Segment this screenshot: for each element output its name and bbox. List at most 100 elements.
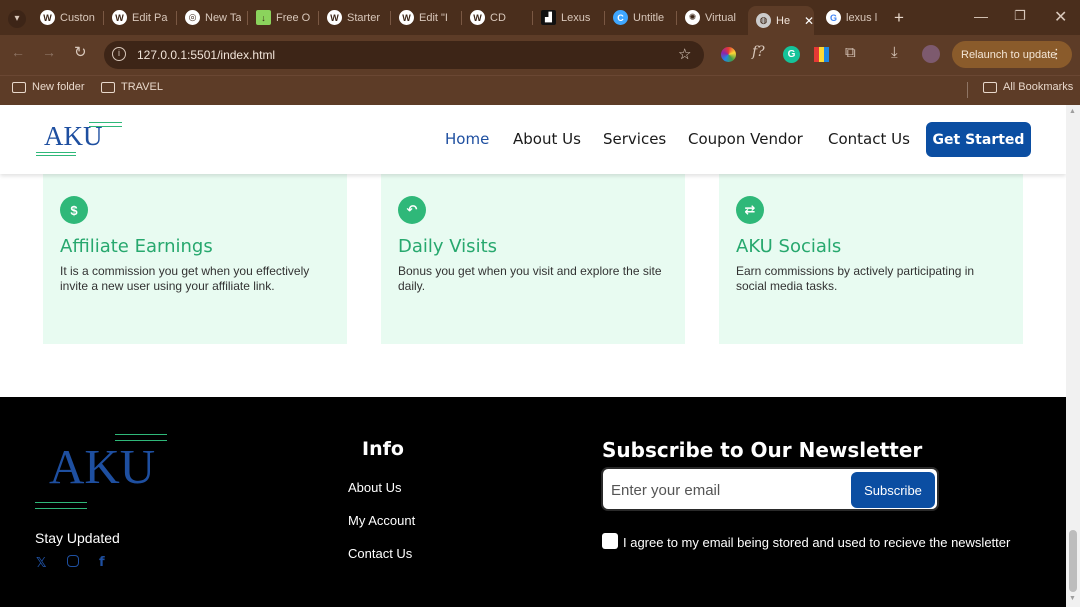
- get-started-button[interactable]: Get Started: [926, 122, 1031, 157]
- nav-coupon-vendor[interactable]: Coupon Vendor: [688, 130, 803, 148]
- nav-contact-us[interactable]: Contact Us: [828, 130, 910, 148]
- email-input[interactable]: [611, 477, 847, 503]
- browser-chrome: ▾ W Custon W Edit Pa ◎ New Ta ↓ Free O W…: [0, 0, 1080, 105]
- card-description: It is a commission you get when you effe…: [60, 264, 310, 293]
- share-icon: ⇄: [736, 196, 764, 224]
- tab-label: He: [776, 14, 791, 27]
- tab-free-o[interactable]: ↓ Free O: [256, 6, 312, 29]
- tab-virtual[interactable]: ✺ Virtual: [685, 6, 741, 29]
- bookmark-star-icon[interactable]: ☆: [678, 45, 691, 63]
- tab-starter[interactable]: W Starter: [327, 6, 383, 29]
- logo-underline: [36, 152, 76, 156]
- bookmark-label: New folder: [32, 81, 85, 93]
- tab-strip: ▾ W Custon W Edit Pa ◎ New Ta ↓ Free O W…: [0, 0, 1080, 35]
- menu-kebab-icon: ⋮: [1050, 46, 1063, 61]
- wordpress-icon: W: [399, 10, 414, 25]
- info-heading: Info: [362, 438, 404, 460]
- tab-new-tab[interactable]: ◎ New Ta: [185, 6, 241, 29]
- stay-updated-text: Stay Updated: [35, 530, 120, 546]
- restore-icon[interactable]: ❐: [1014, 8, 1026, 24]
- bookmark-label: TRAVEL: [121, 81, 163, 93]
- new-tab-icon[interactable]: +: [894, 8, 904, 28]
- facebook-icon[interactable]: f: [99, 555, 105, 570]
- grammarly-icon[interactable]: G: [783, 46, 800, 63]
- subscribe-button[interactable]: Subscribe: [851, 472, 935, 508]
- font-extension-icon[interactable]: f?: [752, 44, 765, 60]
- footer-link-my-account[interactable]: My Account: [348, 513, 415, 528]
- tab-edit-page[interactable]: W Edit Pa: [112, 6, 170, 29]
- tab-lexus-search[interactable]: G lexus l: [826, 6, 886, 29]
- newsletter-form: Subscribe: [601, 467, 939, 511]
- site-logo[interactable]: AKU: [44, 121, 103, 152]
- card-description: Earn commissions by actively participati…: [736, 264, 975, 293]
- tab-label: Virtual: [705, 11, 736, 24]
- downloads-icon[interactable]: ⤓: [891, 44, 898, 61]
- minimize-icon[interactable]: —: [974, 8, 988, 24]
- openai-icon: ✺: [685, 10, 700, 25]
- tab-cd[interactable]: W CD: [470, 6, 526, 29]
- page-viewport: AKU Home About Us Services Coupon Vendor…: [0, 105, 1066, 607]
- agree-checkbox[interactable]: [602, 533, 618, 549]
- url-text: 127.0.0.1:5501/index.html: [137, 48, 276, 62]
- tab-active-home[interactable]: ◍ He ✕: [748, 6, 814, 35]
- card-title: AKU Socials: [736, 236, 842, 257]
- tab-label: CD: [490, 11, 506, 24]
- tab-untitled[interactable]: C Untitle: [613, 6, 669, 29]
- dollar-icon: $: [60, 196, 88, 224]
- tab-custom[interactable]: W Custon: [40, 6, 98, 29]
- footer-logo-underline: [35, 502, 87, 509]
- back-icon[interactable]: ←: [11, 44, 25, 60]
- bookmarks-divider: [967, 82, 968, 98]
- wordpress-icon: W: [112, 10, 127, 25]
- relaunch-button[interactable]: Relaunch to update ⋮: [952, 41, 1072, 68]
- site-info-icon[interactable]: i: [112, 47, 126, 61]
- wordpress-icon: W: [40, 10, 55, 25]
- address-bar[interactable]: i 127.0.0.1:5501/index.html ☆: [104, 41, 704, 69]
- tab-label: Lexus: [561, 11, 591, 24]
- scrollbar-up-arrow[interactable]: ▲: [1069, 108, 1076, 115]
- nav-home[interactable]: Home: [445, 130, 489, 148]
- footer-link-about-us[interactable]: About Us: [348, 480, 401, 495]
- folder-icon: [12, 81, 26, 93]
- footer-link-contact-us[interactable]: Contact Us: [348, 546, 412, 561]
- newsletter-heading: Subscribe to Our Newsletter: [602, 438, 923, 462]
- close-tab-icon[interactable]: ✕: [804, 14, 814, 28]
- instagram-icon[interactable]: [67, 555, 79, 567]
- folder-icon: [983, 81, 997, 93]
- tab-edit-i[interactable]: W Edit "I: [399, 6, 455, 29]
- relaunch-label: Relaunch to update: [961, 48, 1057, 61]
- tab-label: Custon: [60, 11, 95, 24]
- close-window-icon[interactable]: ✕: [1054, 7, 1067, 27]
- card-title: Daily Visits: [398, 236, 497, 257]
- tab-lexus[interactable]: ▟ Lexus: [541, 6, 597, 29]
- wordpress-icon: W: [470, 10, 485, 25]
- all-bookmarks-label: All Bookmarks: [1003, 81, 1074, 93]
- scrollbar-down-arrow[interactable]: ▼: [1069, 595, 1076, 602]
- globe-icon: ◍: [756, 13, 771, 28]
- palette-extension-icon[interactable]: [814, 47, 829, 62]
- forward-icon[interactable]: →: [42, 44, 56, 60]
- reload-icon[interactable]: ↻: [74, 43, 87, 61]
- profile-avatar[interactable]: [922, 45, 940, 63]
- extensions-puzzle-icon[interactable]: ⧉: [845, 44, 856, 61]
- card-title: Affiliate Earnings: [60, 236, 213, 257]
- all-bookmarks[interactable]: All Bookmarks: [983, 81, 1073, 93]
- wordpress-icon: W: [327, 10, 342, 25]
- google-icon: G: [826, 10, 841, 25]
- tab-search-icon[interactable]: ▾: [8, 10, 26, 28]
- footer-logo[interactable]: AKU: [49, 442, 155, 491]
- download-icon: ↓: [256, 10, 271, 25]
- nav-services[interactable]: Services: [603, 130, 666, 148]
- scrollbar-thumb[interactable]: [1069, 530, 1077, 592]
- nav-about-us[interactable]: About Us: [513, 130, 581, 148]
- bookmark-travel[interactable]: TRAVEL: [101, 81, 163, 93]
- canva-icon: C: [613, 10, 628, 25]
- color-extension-icon[interactable]: [721, 47, 736, 62]
- page-scrollbar[interactable]: ▲ ▼: [1066, 105, 1080, 607]
- card-daily-visits: ↶ Daily Visits Bonus you get when you vi…: [381, 174, 685, 344]
- x-icon[interactable]: 𝕏: [36, 555, 46, 571]
- card-aku-socials: ⇄ AKU Socials Earn commissions by active…: [719, 174, 1023, 344]
- card-affiliate-earnings: $ Affiliate Earnings It is a commission …: [43, 174, 347, 344]
- site-navbar: AKU Home About Us Services Coupon Vendor…: [0, 105, 1066, 174]
- bookmark-new-folder[interactable]: New folder: [12, 81, 85, 93]
